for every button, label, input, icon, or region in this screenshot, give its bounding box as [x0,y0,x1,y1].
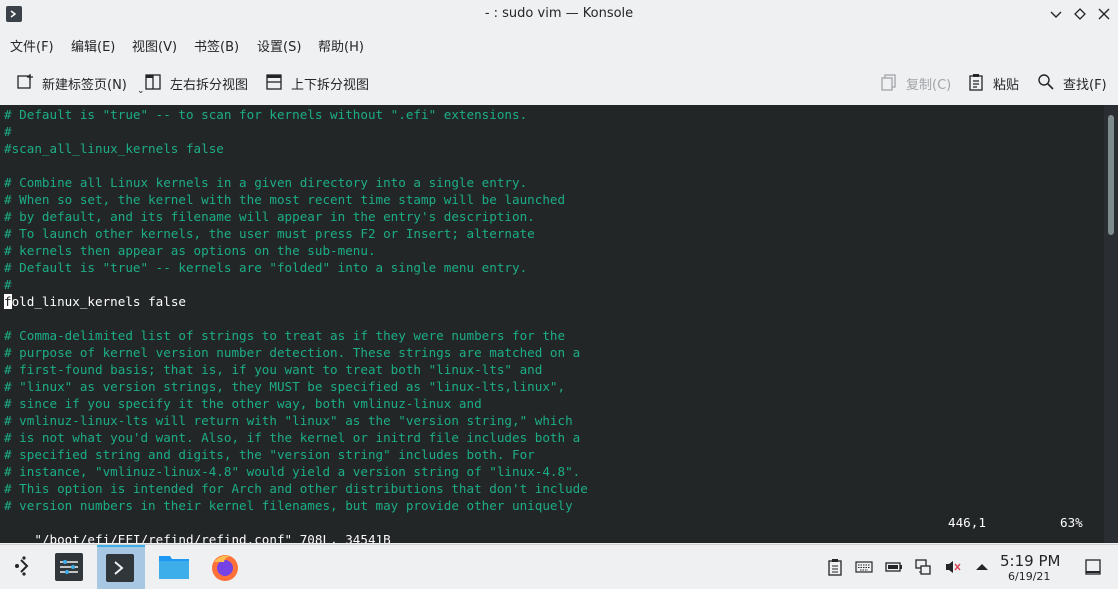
application-launcher-button[interactable] [0,546,48,588]
find-button[interactable]: 查找(F) [1037,70,1109,94]
application-launcher-icon [15,556,29,576]
status-file-info: "/boot/efi/EFI/refind/refind.conf" 708L,… [34,532,391,543]
system-settings-icon [55,553,83,581]
terminal-line: # Comma-delimited list of strings to tre… [4,328,566,343]
clock-time[interactable]: 5:19 PM [1000,552,1060,570]
battery-icon[interactable] [885,558,903,576]
terminal-line: # by default, and its filename will appe… [4,209,535,224]
terminal-line: # When so set, the kernel with the most … [4,192,566,207]
scrollbar-handle[interactable] [1108,115,1114,235]
taskbar: 5:19 PM 6/19/21 [0,544,1118,589]
split-left-right-label: 左右拆分视图 [170,78,249,93]
split-top-bottom-button[interactable]: 上下拆分视图 [265,70,375,94]
paste-icon [969,74,983,91]
terminal-line: # version numbers in their kernel filena… [4,498,573,513]
terminal-line: # instance, "vmlinuz-linux-4.8" would yi… [4,464,581,479]
network-icon[interactable] [914,558,932,576]
terminal-line: # specified string and digits, the "vers… [4,447,535,462]
terminal-line: # To launch other kernels, the user must… [4,226,535,241]
terminal-line: # since if you specify it the other way,… [4,396,482,411]
paste-label: 粘贴 [993,78,1020,93]
konsole-icon [106,554,134,582]
terminal-line: # [4,277,12,292]
task-dolphin[interactable] [150,546,198,588]
clock-date[interactable]: 6/19/21 [1008,570,1050,583]
dolphin-folder-icon [159,556,189,579]
diamond-icon [1074,8,1086,20]
terminal-scrollbar[interactable] [1104,105,1118,543]
status-percent: 63% [1060,515,1083,530]
copy-button[interactable]: 复制(C) [880,70,952,94]
chevron-down-icon [1050,11,1062,18]
split-left-right-button[interactable]: 左右拆分视图 [144,70,254,94]
close-icon [1098,8,1110,20]
terminal-line: # Default is "true" -- to scan for kerne… [4,107,528,122]
text-cursor: f [4,294,12,309]
firefox-icon [212,555,238,581]
terminal-line: # [4,124,12,139]
maximize-button[interactable] [1070,4,1090,24]
close-button[interactable] [1094,4,1114,24]
title-bar: - : sudo vim — Konsole [0,0,1118,29]
clipboard-icon[interactable] [826,558,844,576]
terminal-line: # is not what you'd want. Also, if the k… [4,430,581,445]
menu-file[interactable]: 文件(F) [10,36,54,55]
window-title: - : sudo vim — Konsole [484,6,634,21]
terminal-line: # "linux" as version strings, they MUST … [4,379,566,394]
menu-edit[interactable]: 编辑(E) [71,36,115,55]
terminal-line: # Combine all Linux kernels in a given d… [4,175,528,190]
show-desktop-icon[interactable] [1084,558,1102,576]
task-firefox[interactable] [202,546,250,588]
new-tab-icon [17,74,33,89]
terminal-line: # vmlinuz-linux-lts will return with "li… [4,413,573,428]
keyboard-icon[interactable] [855,558,873,576]
config-directive: old_linux_kernels false [11,294,186,309]
terminal-line: # This option is intended for Arch and o… [4,481,588,496]
tray-expand-icon[interactable] [973,558,991,576]
menu-settings[interactable]: 设置(S) [257,36,301,55]
menu-view[interactable]: 视图(V) [132,36,177,55]
terminal-text: # Default is "true" -- to scan for kerne… [4,106,588,514]
terminal-line: # purpose of kernel version number detec… [4,345,581,360]
menu-bookmarks[interactable]: 书签(B) [194,36,239,55]
find-label: 查找(F) [1063,78,1107,93]
paste-button[interactable]: 粘贴 [967,70,1023,94]
terminal-line: # Default is "true" -- kernels are "fold… [4,260,528,275]
status-cursor-position: 446,1 [948,515,986,530]
new-tab-label: 新建标签页(N) [42,78,127,93]
terminal-view[interactable]: # Default is "true" -- to scan for kerne… [0,105,1104,543]
split-top-bottom-label: 上下拆分视图 [291,78,370,93]
minimize-button[interactable] [1046,4,1066,24]
copy-label: 复制(C) [906,78,952,93]
task-konsole[interactable] [97,545,145,589]
split-horizontal-icon [266,74,282,90]
toolbar: 新建标签页(N) ⌄ 左右拆分视图 上下拆分视图 复制(C) 粘贴 查找(F) [0,62,1118,102]
search-icon [1038,74,1054,90]
task-system-settings[interactable] [46,546,94,588]
terminal-line: #scan_all_linux_kernels false [4,141,224,156]
terminal-line: # kernels then appear as options on the … [4,243,376,258]
new-tab-button[interactable]: 新建标签页(N) ⌄ [16,70,145,96]
terminal-line: fold_linux_kernels false [4,293,588,310]
volume-muted-icon[interactable] [944,558,962,576]
menu-help[interactable]: 帮助(H) [318,36,364,55]
vim-status-line: "/boot/efi/EFI/refind/refind.conf" 708L,… [4,514,1100,543]
terminal-line: # first-found basis; that is, if you wan… [4,362,543,377]
split-vertical-icon [145,74,161,90]
copy-icon [881,74,896,91]
